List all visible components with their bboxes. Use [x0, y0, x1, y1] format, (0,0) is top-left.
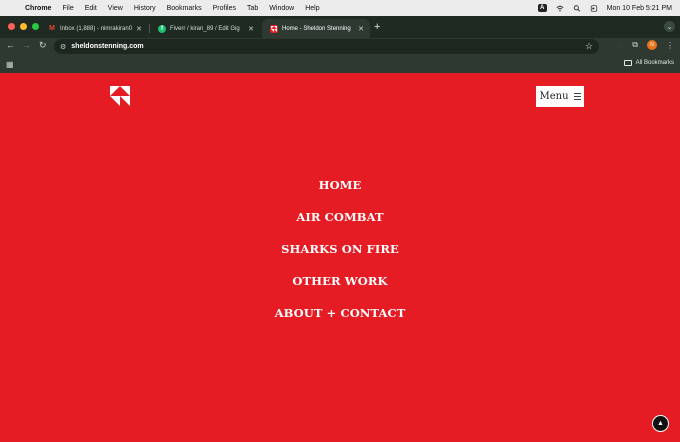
menu-file[interactable]: File: [62, 5, 73, 12]
address-bar[interactable]: ⚙ sheldonstenning.com ☆: [54, 39, 599, 54]
search-icon[interactable]: [573, 4, 581, 12]
tab-search-chevron-icon[interactable]: ⌄: [664, 21, 675, 32]
apps-grid-icon[interactable]: ▦: [6, 60, 14, 69]
page-content: Menu HOME AIR COMBAT SHARKS ON FIRE OTHE…: [0, 73, 680, 442]
all-bookmarks-label: All Bookmarks: [635, 60, 674, 66]
input-source-icon[interactable]: A: [537, 4, 547, 12]
macos-menu-bar: Chrome File Edit View History Bookmarks …: [0, 0, 680, 16]
scroll-to-top-button[interactable]: ▲: [652, 415, 669, 432]
gmail-icon: M: [49, 25, 55, 32]
tab-sheldon-stenning[interactable]: Home - Sheldon Stenning ✕: [262, 19, 370, 38]
bookmark-star-icon[interactable]: ☆: [585, 41, 593, 52]
close-window-button[interactable]: [8, 23, 15, 30]
menu-label: Menu: [539, 91, 569, 102]
more-vertical-icon[interactable]: ⋮: [666, 41, 674, 50]
menu-edit[interactable]: Edit: [85, 5, 97, 12]
nav-link-about-contact[interactable]: ABOUT + CONTACT: [0, 306, 680, 338]
close-icon[interactable]: ✕: [248, 25, 254, 33]
chrome-toolbar: ← → ↻ ⚙ sheldonstenning.com ☆ ◌ ⧉ N ⋮: [0, 38, 680, 56]
chevron-up-icon: ▲: [657, 420, 664, 427]
nav-link-other-work[interactable]: OTHER WORK: [0, 274, 680, 306]
tab-title: Fiverr / kiran_89 / Edit Gig: [170, 25, 240, 32]
all-bookmarks-button[interactable]: All Bookmarks: [623, 60, 674, 66]
puzzle-extensions-icon[interactable]: ⧉: [632, 40, 638, 50]
zoom-window-button[interactable]: [32, 23, 39, 30]
menu-view[interactable]: View: [108, 5, 123, 12]
close-icon[interactable]: ✕: [136, 25, 142, 33]
menu-window[interactable]: Window: [269, 5, 294, 12]
tab-gmail[interactable]: M Inbox (1,888) - nimrakiran0 ✕: [40, 19, 148, 38]
folder-icon: [623, 60, 632, 66]
site-logo-icon[interactable]: [110, 86, 130, 106]
extension-icon[interactable]: ◌: [619, 41, 624, 50]
close-icon[interactable]: ✕: [358, 25, 364, 33]
control-center-icon[interactable]: [590, 4, 598, 12]
menu-bookmarks[interactable]: Bookmarks: [167, 5, 202, 12]
reload-icon[interactable]: ↻: [39, 40, 47, 51]
menu-history[interactable]: History: [134, 5, 156, 12]
minimize-window-button[interactable]: [20, 23, 27, 30]
menubar-status-area: A Mon 10 Feb 5:21 PM: [537, 0, 672, 16]
back-arrow-icon[interactable]: ←: [6, 40, 15, 50]
url-text[interactable]: sheldonstenning.com: [71, 43, 143, 50]
tab-fiverr[interactable]: f Fiverr / kiran_89 / Edit Gig ✕: [150, 19, 260, 38]
chrome-tab-strip: M Inbox (1,888) - nimrakiran0 ✕ f Fiverr…: [0, 16, 680, 38]
menubar-clock[interactable]: Mon 10 Feb 5:21 PM: [607, 5, 672, 12]
menu-tab[interactable]: Tab: [247, 5, 258, 12]
nav-link-air-combat[interactable]: AIR COMBAT: [0, 210, 680, 242]
menu-profiles[interactable]: Profiles: [213, 5, 236, 12]
main-navigation: HOME AIR COMBAT SHARKS ON FIRE OTHER WOR…: [0, 178, 680, 338]
menu-help[interactable]: Help: [305, 5, 319, 12]
wifi-icon[interactable]: [556, 5, 564, 12]
new-tab-icon[interactable]: +: [374, 21, 380, 33]
nav-link-home[interactable]: HOME: [0, 178, 680, 210]
tab-title: Home - Sheldon Stenning: [282, 25, 351, 32]
nav-link-sharks-on-fire[interactable]: SHARKS ON FIRE: [0, 242, 680, 274]
hamburger-icon: [573, 93, 581, 100]
bookmarks-bar: ▦ All Bookmarks: [0, 56, 680, 73]
fiverr-icon: f: [158, 24, 166, 33]
site-info-icon[interactable]: ⚙: [60, 43, 66, 51]
tab-title: Inbox (1,888) - nimrakiran0: [60, 25, 133, 32]
site-logo-icon: [270, 24, 278, 33]
toolbar-actions: ◌ ⧉ N ⋮: [619, 40, 674, 50]
menu-app-name[interactable]: Chrome: [25, 5, 51, 12]
window-controls: [8, 23, 39, 30]
menu-button[interactable]: Menu: [536, 86, 584, 107]
profile-avatar[interactable]: N: [647, 40, 657, 50]
forward-arrow-icon[interactable]: →: [22, 40, 31, 50]
